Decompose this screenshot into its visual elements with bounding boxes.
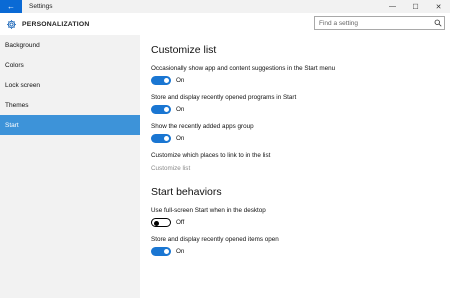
search-icon[interactable] <box>432 19 444 27</box>
sidebar: Background Colors Lock screen Themes Sta… <box>0 35 140 298</box>
toggle-state-label: On <box>176 106 185 113</box>
title-bar: ← Settings — ☐ ✕ <box>0 0 450 13</box>
back-arrow-icon: ← <box>7 1 15 11</box>
toggle-knob <box>153 220 159 226</box>
back-button[interactable]: ← <box>0 0 22 13</box>
setting-recent-programs: Store and display recently opened progra… <box>151 94 446 114</box>
recent-items-toggle[interactable] <box>151 247 171 256</box>
sidebar-item-start[interactable]: Start <box>0 115 140 135</box>
window-title: Settings <box>29 3 53 10</box>
settings-header: PERSONALIZATION Find a setting <box>0 13 450 35</box>
window-controls: — ☐ ✕ <box>381 0 450 13</box>
suggestions-toggle[interactable] <box>151 76 171 85</box>
setting-label: Store and display recently opened progra… <box>151 94 297 101</box>
toggle-state-label: On <box>176 135 185 142</box>
sidebar-item-themes[interactable]: Themes <box>0 95 140 115</box>
setting-label: Occasionally show app and content sugges… <box>151 65 336 72</box>
settings-window: ← Settings — ☐ ✕ PERSONALIZATION Find a … <box>0 0 450 298</box>
toggle-state-label: Off <box>176 219 185 226</box>
customize-list-heading: Customize list <box>151 44 217 56</box>
maximize-button[interactable]: ☐ <box>404 0 427 13</box>
customize-places: Customize which places to link to in the… <box>151 152 446 172</box>
toggle-state-label: On <box>176 77 185 84</box>
minimize-button[interactable]: — <box>381 0 404 13</box>
setting-label: Store and display recently opened items … <box>151 236 279 243</box>
close-button[interactable]: ✕ <box>427 0 450 13</box>
page-title: PERSONALIZATION <box>22 20 90 28</box>
sidebar-item-lock-screen[interactable]: Lock screen <box>0 75 140 95</box>
start-behaviors-heading: Start behaviors <box>151 186 222 198</box>
sidebar-item-background[interactable]: Background <box>0 35 140 55</box>
toggle-knob <box>164 249 169 254</box>
search-box[interactable]: Find a setting <box>314 16 445 30</box>
sidebar-item-colors[interactable]: Colors <box>0 55 140 75</box>
full-screen-toggle[interactable] <box>151 218 171 227</box>
customize-list-link[interactable]: Customize list <box>151 165 446 172</box>
toggle-state-label: On <box>176 248 185 255</box>
main-content: Customize list Occasionally show app and… <box>151 35 446 256</box>
recent-programs-toggle[interactable] <box>151 105 171 114</box>
toggle-knob <box>164 78 169 83</box>
setting-full-screen: Use full-screen Start when in the deskto… <box>151 207 446 227</box>
setting-recently-added: Show the recently added apps group On <box>151 123 446 143</box>
toggle-knob <box>164 107 169 112</box>
setting-suggestions: Occasionally show app and content sugges… <box>151 65 446 85</box>
gear-icon <box>5 18 17 30</box>
toggle-knob <box>164 136 169 141</box>
setting-recent-items: Store and display recently opened items … <box>151 236 446 256</box>
search-input[interactable]: Find a setting <box>319 20 432 27</box>
setting-label: Customize which places to link to in the… <box>151 152 271 159</box>
setting-label: Use full-screen Start when in the deskto… <box>151 207 266 214</box>
recently-added-toggle[interactable] <box>151 134 171 143</box>
setting-label: Show the recently added apps group <box>151 123 254 130</box>
